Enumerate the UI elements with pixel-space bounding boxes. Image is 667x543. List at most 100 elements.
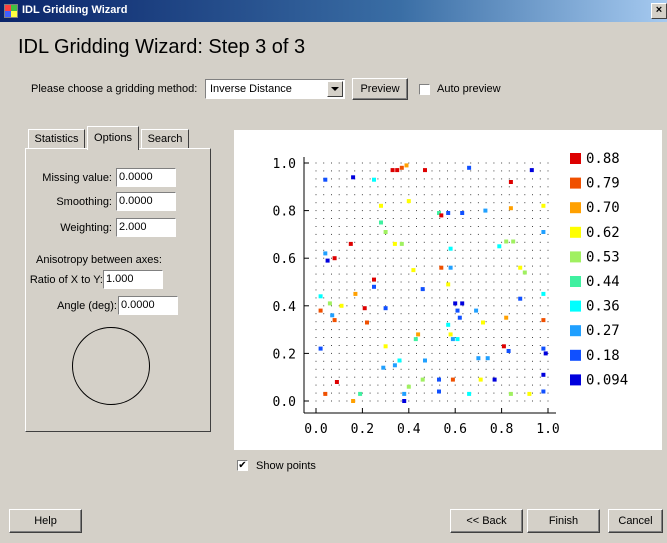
tab-search[interactable]: Search <box>141 129 189 149</box>
window-title: IDL Gridding Wizard <box>22 4 128 16</box>
data-point <box>474 308 479 313</box>
data-point <box>406 384 411 389</box>
y-tick-label: 0.6 <box>273 252 296 267</box>
legend-label: 0.70 <box>586 200 620 216</box>
data-point <box>485 356 490 361</box>
data-point <box>402 391 407 396</box>
preview-button[interactable]: Preview <box>352 78 408 100</box>
data-point <box>334 380 339 384</box>
data-point <box>379 203 383 208</box>
x-tick-label: 0.4 <box>397 422 421 437</box>
legend-label: 0.53 <box>586 249 620 265</box>
data-point <box>446 211 451 215</box>
data-point <box>476 356 481 361</box>
legend-label: 0.88 <box>586 151 620 167</box>
data-point <box>448 332 453 337</box>
data-point <box>330 313 335 318</box>
angle-dial[interactable] <box>72 327 150 405</box>
data-point <box>541 291 546 296</box>
tab-options[interactable]: Options <box>87 126 139 150</box>
data-point <box>399 241 404 246</box>
data-point <box>518 265 523 270</box>
data-point <box>492 377 497 382</box>
data-point <box>541 230 546 234</box>
grid-dots <box>315 162 549 402</box>
missing-value-label: Missing value: <box>42 172 112 184</box>
data-point <box>541 203 546 208</box>
data-point <box>325 258 330 263</box>
data-point <box>504 315 509 320</box>
data-point <box>372 277 376 282</box>
data-point <box>372 177 376 182</box>
data-point <box>481 320 485 325</box>
cancel-button[interactable]: Cancel <box>608 509 663 533</box>
data-point <box>323 391 328 396</box>
anisotropy-label: Anisotropy between axes: <box>36 254 162 266</box>
angle-field[interactable]: 0.0000 <box>118 296 178 315</box>
data-point <box>439 213 444 218</box>
finish-button[interactable]: Finish <box>527 509 600 533</box>
data-point <box>504 239 509 244</box>
legend-swatch <box>570 226 581 238</box>
data-point <box>518 296 523 301</box>
data-point <box>397 358 402 363</box>
legend-label: 0.79 <box>586 176 620 192</box>
data-point <box>439 265 444 270</box>
missing-value-field[interactable]: 0.0000 <box>116 168 176 187</box>
legend-swatch <box>570 374 581 386</box>
legend-label: 0.27 <box>586 323 620 339</box>
legend-label: 0.62 <box>586 225 620 241</box>
legend-swatch <box>570 177 581 189</box>
legend-swatch <box>570 325 581 337</box>
data-point <box>541 389 546 394</box>
data-point <box>483 208 488 213</box>
help-button[interactable]: Help <box>9 509 82 533</box>
close-icon[interactable]: × <box>651 3 667 19</box>
data-point <box>383 344 388 349</box>
data-point <box>323 251 328 256</box>
data-point <box>332 256 337 261</box>
auto-preview-checkbox[interactable] <box>419 84 430 95</box>
x-tick-label: 0.8 <box>490 422 513 437</box>
data-point <box>423 358 427 363</box>
y-tick-label: 0.2 <box>273 347 296 362</box>
ratio-field[interactable]: 1.000 <box>103 270 163 289</box>
smoothing-field[interactable]: 0.0000 <box>116 192 176 211</box>
scatter-chart: 0.0 0.2 0.4 0.6 0.8 1.0 0.0 0.2 0.4 0.6 0.8 1.0 0.88… <box>273 151 629 437</box>
data-point <box>446 282 451 287</box>
data-point <box>395 168 400 173</box>
back-button[interactable]: << Back <box>450 509 523 533</box>
data-point <box>453 301 458 306</box>
data-point <box>327 301 332 306</box>
data-point <box>416 332 421 337</box>
gridding-method-select[interactable]: Inverse Distance <box>205 79 345 99</box>
data-point <box>508 206 513 211</box>
data-point <box>508 180 513 184</box>
x-tick-label: 0.2 <box>351 422 374 437</box>
show-points-checkbox[interactable]: ✔ <box>237 460 248 471</box>
data-point <box>399 165 404 170</box>
data-point <box>460 301 465 306</box>
data-point <box>522 270 527 275</box>
data-point <box>323 177 328 182</box>
chevron-down-icon[interactable] <box>327 81 343 97</box>
data-point <box>420 287 425 292</box>
show-points-label: Show points <box>256 460 316 472</box>
data-point <box>455 308 460 313</box>
weighting-label: Weighting: <box>60 222 112 234</box>
data-point <box>362 306 367 311</box>
data-point <box>332 318 337 323</box>
data-point <box>448 246 453 251</box>
y-tick-label: 0.0 <box>273 395 296 410</box>
data-point <box>437 389 441 394</box>
smoothing-label: Smoothing: <box>56 196 112 208</box>
tab-statistics[interactable]: Statistics <box>28 129 85 149</box>
data-point <box>351 399 356 403</box>
data-point <box>450 337 455 342</box>
data-point <box>437 377 441 382</box>
legend-swatch <box>570 300 581 312</box>
legend-swatch <box>570 202 581 214</box>
data-point <box>448 265 453 270</box>
data-point <box>455 337 460 342</box>
weighting-field[interactable]: 2.000 <box>116 218 176 237</box>
